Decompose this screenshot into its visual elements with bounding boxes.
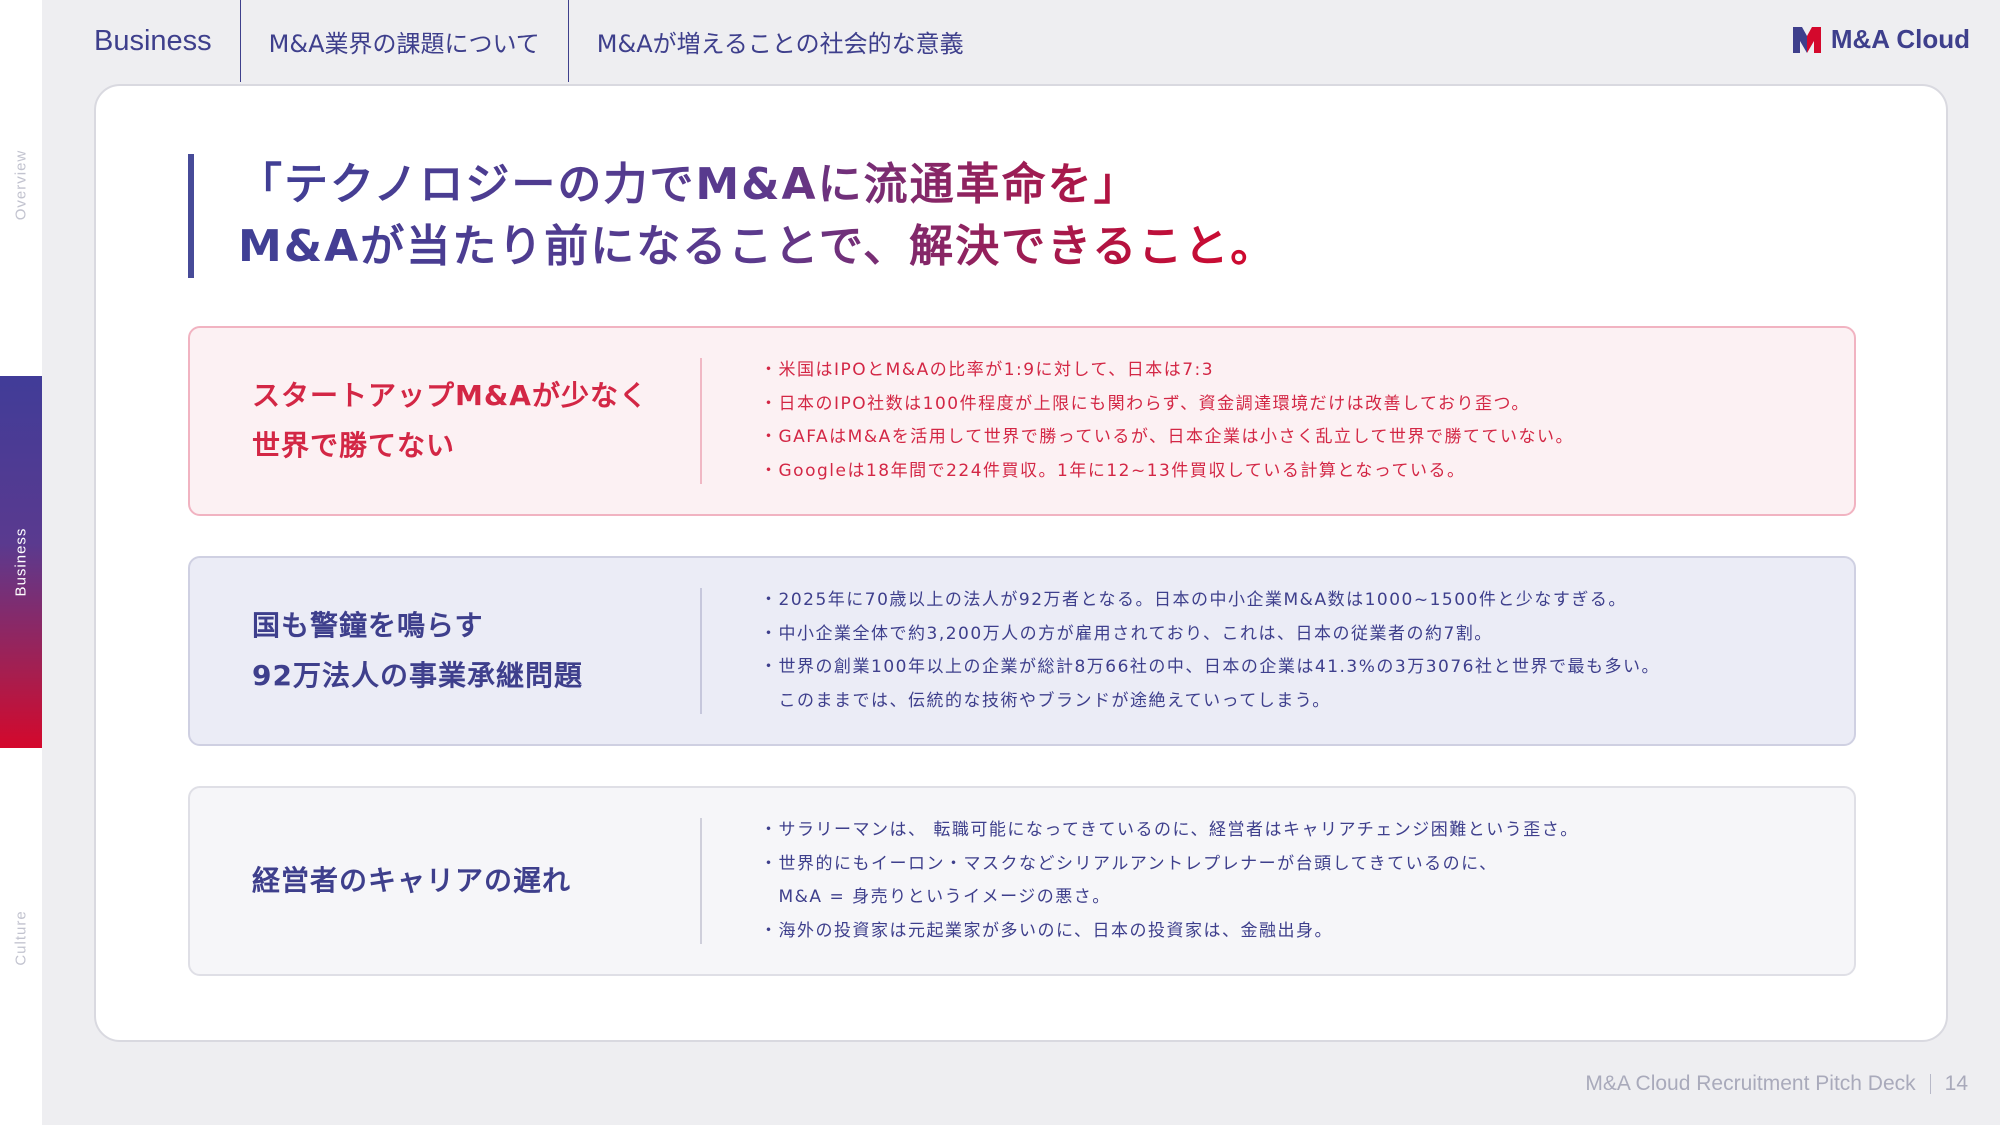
issue-bullet-list: ・米国はIPOとM&Aの比率が1:9に対して、日本は7:3 ・日本のIPO社数は…: [760, 354, 1574, 488]
list-item: ・サラリーマンは、 転職可能になってきているのに、経営者はキャリアチェンジ困難と…: [760, 820, 1579, 840]
headline: 「テクノロジーの力でM&Aに流通革命を」 M&Aが当たり前になることで、解決でき…: [188, 154, 1276, 278]
issue-card-startup-ma: スタートアップM&Aが少なく 世界で勝てない ・米国はIPOとM&Aの比率が1:…: [188, 326, 1856, 516]
footer: M&A Cloud Recruitment Pitch Deck 14: [1585, 1072, 1968, 1096]
side-nav-item-culture[interactable]: Culture: [13, 910, 30, 965]
deck-title: M&A Cloud Recruitment Pitch Deck: [1585, 1072, 1916, 1095]
issue-title: 経営者のキャリアの遅れ: [190, 856, 700, 906]
side-nav-item-overview[interactable]: Overview: [13, 150, 30, 221]
list-item: ・世界の創業100年以上の企業が総計8万66社の中、日本の企業は41.3%の3万…: [760, 657, 1660, 677]
tab-social-significance[interactable]: M&Aが増えることの社会的な意義: [569, 0, 992, 82]
list-item: ・海外の投資家は元起業家が多いのに、日本の投資家は、金融出身。: [760, 920, 1333, 941]
list-item: ・米国はIPOとM&Aの比率が1:9に対して、日本は7:3: [760, 360, 1215, 380]
divider: [700, 818, 702, 944]
list-item: ・GAFAはM&Aを活用して世界で勝っているが、日本企業は小さく乱立して世界で勝…: [760, 427, 1574, 447]
list-item: ・世界的にもイーロン・マスクなどシリアルアントレプレナーが台頭してきているのに、: [760, 853, 1498, 874]
list-item: ・日本のIPO社数は100件程度が上限にも関わらず、資金調達環境だけは改善してお…: [760, 393, 1530, 414]
brand-logo[interactable]: M&A Cloud: [1792, 24, 1970, 55]
divider: [700, 588, 702, 714]
list-item: このままでは、伝統的な技術やブランドが途絶えていってしまう。: [760, 690, 1331, 711]
list-item: M&A = 身売りというイメージの悪さ。: [760, 887, 1111, 907]
divider: [1929, 1074, 1931, 1094]
page-number: 14: [1944, 1072, 1968, 1095]
headline-line-1: 「テクノロジーの力でM&Aに流通革命を」: [238, 154, 1276, 216]
m-and-a-cloud-logo-icon: [1792, 26, 1821, 53]
top-nav: Business M&A業界の課題について M&Aが増えることの社会的な意義: [42, 0, 992, 82]
brand-name: M&A Cloud: [1830, 24, 1970, 54]
issue-title: 国も警鐘を鳴らす 92万法人の事業承継問題: [190, 601, 700, 701]
tab-business[interactable]: Business: [42, 0, 241, 82]
issue-title-line: 経営者のキャリアの遅れ: [252, 864, 572, 897]
issue-card-executive-career: 経営者のキャリアの遅れ ・サラリーマンは、 転職可能になってきているのに、経営者…: [188, 786, 1856, 976]
headline-line-2: M&Aが当たり前になることで、解決できること。: [238, 216, 1276, 278]
divider: [700, 358, 702, 484]
list-item: ・中小企業全体で約3,200万人の方が雇用されており、これは、日本の従業者の約7…: [760, 623, 1493, 644]
issue-title-line: 92万法人の事業承継問題: [252, 659, 583, 692]
list-item: ・2025年に70歳以上の法人が92万者となる。日本の中小企業M&A数は1000…: [760, 590, 1627, 610]
issue-title-line: 国も警鐘を鳴らす: [252, 609, 484, 642]
issue-title: スタートアップM&Aが少なく 世界で勝てない: [190, 371, 700, 471]
content-card: 「テクノロジーの力でM&Aに流通革命を」 M&Aが当たり前になることで、解決でき…: [94, 84, 1948, 1042]
issue-title-line: 世界で勝てない: [252, 429, 456, 462]
side-nav-item-business[interactable]: Business: [13, 528, 30, 597]
tab-ma-industry-issues[interactable]: M&A業界の課題について: [241, 0, 569, 82]
issue-card-business-succession: 国も警鐘を鳴らす 92万法人の事業承継問題 ・2025年に70歳以上の法人が92…: [188, 556, 1856, 746]
issue-bullet-list: ・サラリーマンは、 転職可能になってきているのに、経営者はキャリアチェンジ困難と…: [760, 814, 1579, 948]
side-nav: Overview Business Culture: [0, 0, 42, 1125]
issue-bullet-list: ・2025年に70歳以上の法人が92万者となる。日本の中小企業M&A数は1000…: [760, 584, 1660, 718]
list-item: ・Googleは18年間で224件買収。1年に12~13件買収している計算となっ…: [760, 460, 1466, 481]
issue-title-line: スタートアップM&Aが少なく: [252, 379, 648, 412]
